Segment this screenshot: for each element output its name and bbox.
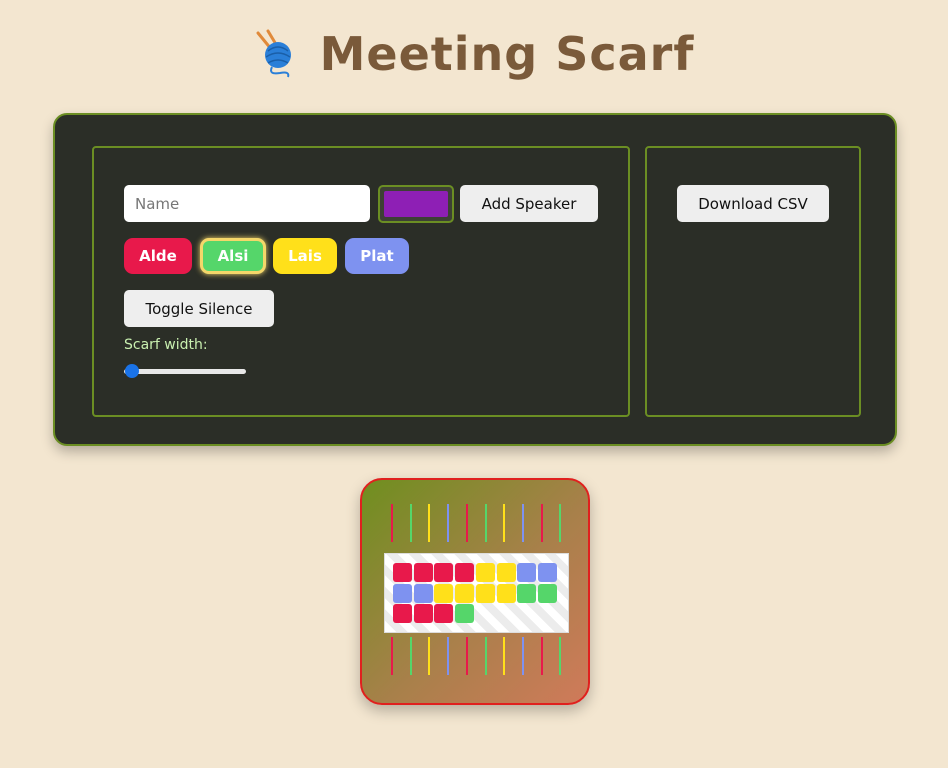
scarf-stitch (537, 583, 557, 603)
scarf-fringe (521, 504, 524, 542)
scarf-fringe (465, 504, 468, 542)
scarf-stitch (413, 604, 433, 624)
scarf-fringe (447, 637, 450, 675)
slider-track (124, 369, 246, 374)
scarf-fringe (391, 504, 393, 542)
speaker-chip-alsi[interactable]: Alsi (200, 238, 266, 274)
scarf-stitch (455, 604, 475, 624)
scarf-fringe (465, 637, 468, 675)
scarf-stitch (517, 563, 537, 582)
slider-thumb[interactable] (125, 364, 139, 378)
scarf-fringe (428, 504, 431, 542)
speaker-chip-lais[interactable]: Lais (273, 238, 337, 274)
scarf-fringe (540, 504, 543, 542)
page-title: Meeting Scarf (319, 27, 695, 81)
speaker-chip-plat[interactable]: Plat (345, 238, 409, 274)
scarf-stitch (434, 583, 454, 603)
yarn-ball-icon (256, 29, 291, 78)
toggle-silence-button[interactable]: Toggle Silence (124, 290, 274, 327)
scarf-fringe (409, 504, 412, 542)
scarf-fringe (484, 637, 487, 675)
header: Meeting Scarf (0, 24, 948, 84)
color-swatch (384, 191, 448, 217)
scarf-stitch (496, 583, 516, 603)
scarf-stitch (413, 563, 433, 582)
scarf-stitch (393, 563, 412, 582)
speaker-controls: Add Speaker Alde Alsi Lais Plat Toggle S… (92, 146, 630, 417)
speaker-chip-alde[interactable]: Alde (124, 238, 192, 274)
scarf-fringe (409, 637, 412, 675)
scarf-stitch (475, 583, 495, 603)
scarf-body (384, 553, 569, 633)
scarf-stitch (496, 563, 516, 582)
add-speaker-button[interactable]: Add Speaker (460, 185, 598, 222)
scarf-fringe (503, 637, 506, 675)
scarf-stitch (455, 583, 475, 603)
scarf-stitch (537, 563, 557, 582)
scarf-fringe (503, 504, 506, 542)
scarf-fringe (540, 637, 543, 675)
scarf-preview (360, 478, 590, 705)
scarf-fringe (391, 637, 393, 675)
scarf-stitch (475, 563, 495, 582)
export-controls: Download CSV (645, 146, 861, 417)
scarf-stitch (517, 583, 537, 603)
scarf-width-slider[interactable] (124, 363, 246, 379)
name-input[interactable] (124, 185, 370, 222)
scarf-stitch (434, 604, 454, 624)
scarf-stitch (455, 563, 475, 582)
scarf-stitch (413, 583, 433, 603)
scarf-stitch (434, 563, 454, 582)
scarf-stitch (393, 604, 412, 624)
scarf-stitch (393, 583, 412, 603)
scarf-fringe (521, 637, 524, 675)
download-csv-button[interactable]: Download CSV (677, 185, 829, 222)
scarf-fringe (559, 504, 562, 542)
scarf-fringe (559, 637, 562, 675)
control-panel: Add Speaker Alde Alsi Lais Plat Toggle S… (53, 113, 897, 446)
scarf-fringe (428, 637, 431, 675)
scarf-fringe (484, 504, 487, 542)
scarf-width-label: Scarf width: (124, 337, 208, 353)
color-picker[interactable] (378, 185, 454, 223)
scarf-fringe (447, 504, 450, 542)
